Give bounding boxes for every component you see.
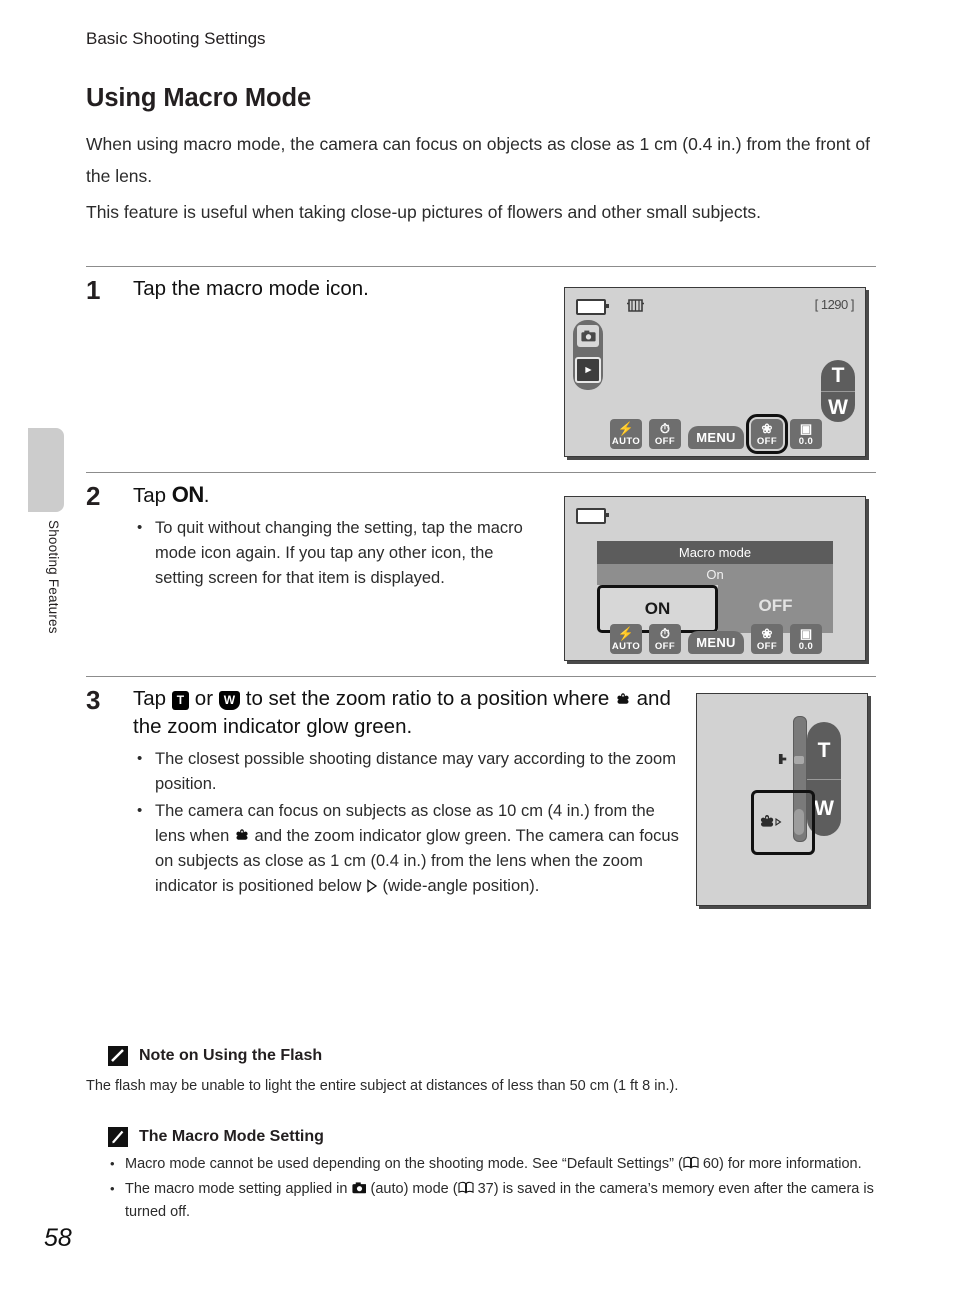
- list-item: The camera can focus on subjects as clos…: [133, 798, 686, 899]
- macro-flower-icon: ❀: [761, 625, 773, 641]
- step-2-title-suffix: .: [203, 484, 210, 507]
- divider-3: [86, 676, 876, 677]
- step-1-title: Tap the macro mode icon.: [133, 277, 369, 300]
- macro-flower-icon: [234, 826, 250, 841]
- manual-page: Shooting Features Basic Shooting Setting…: [0, 0, 954, 1314]
- divider-1: [86, 266, 876, 267]
- dialog-current-value: On: [597, 564, 833, 585]
- exposure-icon: ▣: [799, 625, 813, 641]
- camera-screen-zoom-indicator: T W: [696, 693, 868, 906]
- battery-icon: [576, 508, 609, 524]
- exposure-icon: ▣: [799, 420, 813, 436]
- auto-mode-camera-icon: [351, 1179, 367, 1194]
- dialog-title: Macro mode: [597, 541, 833, 564]
- step-2: 2 Tap ON. To quit without changing the s…: [86, 481, 536, 593]
- menu-button[interactable]: MENU: [688, 426, 744, 449]
- battery-icon: [576, 299, 609, 315]
- note-flash: Note on Using the Flash The flash may be…: [86, 1046, 876, 1097]
- zoom-tele-button[interactable]: T: [821, 360, 855, 392]
- book-reference-icon: [458, 1179, 474, 1194]
- shooting-mode-button[interactable]: [577, 325, 599, 347]
- book-reference-icon: [683, 1154, 699, 1169]
- wide-angle-triangle-icon: [366, 876, 378, 893]
- caution-icon: [108, 1046, 128, 1066]
- step-3-number: 3: [86, 685, 101, 715]
- bullet-page-ref: 60: [698, 1156, 719, 1172]
- playback-mode-button[interactable]: [575, 357, 601, 383]
- intro-paragraph-1: When using macro mode, the camera can fo…: [86, 134, 870, 186]
- step-2-number: 2: [86, 481, 101, 511]
- page-number: 58: [44, 1224, 72, 1252]
- timer-icon: ⏱: [659, 420, 671, 436]
- section-tab-label: Shooting Features: [46, 520, 61, 634]
- self-timer-button[interactable]: ⏱ OFF: [649, 419, 681, 449]
- note-bullets: Macro mode cannot be used depending on t…: [108, 1152, 876, 1224]
- intro-text: When using macro mode, the camera can fo…: [86, 128, 876, 232]
- note-header: The Macro Mode Setting: [108, 1127, 876, 1147]
- note-title: The Macro Mode Setting: [139, 1128, 324, 1145]
- bullet-seg-1: Macro mode cannot be used depending on t…: [125, 1156, 683, 1172]
- vibration-reduction-icon: [626, 297, 645, 314]
- step-1-number: 1: [86, 275, 101, 305]
- exposure-compensation-button[interactable]: ▣ 0.0: [790, 624, 822, 654]
- pencil-note-icon: [108, 1127, 128, 1147]
- page-title: Using Macro Mode: [86, 84, 312, 112]
- wide-key-icon: W: [218, 691, 241, 710]
- macro-mode-button[interactable]: ❀ OFF: [746, 414, 788, 454]
- list-item: The closest possible shooting distance m…: [133, 746, 686, 797]
- note-macro-setting: The Macro Mode Setting Macro mode cannot…: [108, 1127, 876, 1226]
- step-2-title: Tap ON.: [133, 481, 536, 510]
- step-3-bullets: The closest possible shooting distance m…: [133, 746, 686, 899]
- intro-paragraph-2: This feature is useful when taking close…: [86, 202, 762, 222]
- dialog-toolbar: ⚡ AUTO ⏱ OFF MENU ❀ OFF ▣ 0.0: [610, 624, 822, 654]
- liveview-toolbar: ⚡ AUTO ⏱ OFF MENU ❀ OFF ▣ 0.0: [610, 414, 822, 454]
- flash-mode-button[interactable]: ⚡ AUTO: [610, 419, 642, 449]
- step-3-title-part3: to set the zoom ratio to a position wher…: [240, 687, 615, 710]
- bullet-seg-2: (auto) mode (: [366, 1181, 458, 1197]
- tele-key-icon: T: [171, 691, 190, 710]
- list-item: Macro mode cannot be used depending on t…: [108, 1152, 876, 1176]
- running-head: Basic Shooting Settings: [86, 29, 266, 48]
- flash-icon: ⚡: [617, 420, 635, 436]
- bullet-seg-3: (wide-angle position).: [377, 877, 540, 895]
- macro-mode-button[interactable]: ❀ OFF: [751, 624, 783, 654]
- timer-icon: ⏱: [659, 625, 671, 641]
- step-1: 1 Tap the macro mode icon.: [86, 275, 536, 305]
- section-tab: [28, 428, 64, 512]
- zoom-tele-button[interactable]: T: [807, 722, 841, 780]
- macro-flower-icon: ❀: [761, 420, 773, 436]
- self-timer-button[interactable]: ⏱ OFF: [649, 624, 681, 654]
- mode-switch-column[interactable]: [573, 320, 603, 390]
- zoom-control[interactable]: T W: [821, 360, 855, 422]
- macro-flower-icon: [615, 687, 631, 704]
- wide-angle-marker-icon: [778, 752, 789, 770]
- step-2-title-prefix: Tap: [133, 484, 172, 507]
- step-3-title-part2: or: [189, 687, 219, 710]
- macro-mode-dialog: Macro mode On ON OFF: [597, 541, 833, 633]
- list-item: To quit without changing the setting, ta…: [133, 515, 536, 591]
- step-3-title: Tap T or W to set the zoom ratio to a po…: [133, 685, 686, 741]
- step-3: 3 Tap T or W to set the zoom ratio to a …: [86, 685, 686, 901]
- menu-button[interactable]: MENU: [688, 631, 744, 654]
- bullet-seg-2: ) for more information.: [718, 1156, 862, 1172]
- bullet-seg-1: The macro mode setting applied in: [125, 1181, 352, 1197]
- zoom-indicator-tick: [794, 756, 804, 764]
- note-header: Note on Using the Flash: [108, 1046, 876, 1066]
- shots-remaining: [ 1290 ]: [814, 297, 855, 312]
- camera-screen-macro-dialog: Macro mode On ON OFF ⚡ AUTO ⏱ OFF MENU ❀…: [564, 496, 866, 661]
- zoom-wide-button[interactable]: W: [821, 392, 855, 422]
- flash-mode-button[interactable]: ⚡ AUTO: [610, 624, 642, 654]
- camera-screen-liveview: [ 1290 ] T W ⚡ AUTO ⏱ OFF MENU ❀ OFF ▣ 0…: [564, 287, 866, 457]
- divider-2: [86, 472, 876, 473]
- step-3-title-part1: Tap: [133, 687, 172, 710]
- exposure-compensation-button[interactable]: ▣ 0.0: [790, 419, 822, 449]
- note-body: The flash may be unable to light the ent…: [86, 1078, 679, 1094]
- bullet-page-ref: 37: [473, 1181, 494, 1197]
- step-2-bullets: To quit without changing the setting, ta…: [133, 515, 536, 591]
- macro-flower-icon: [760, 813, 782, 834]
- list-item: The macro mode setting applied in (auto)…: [108, 1177, 876, 1224]
- note-title: Note on Using the Flash: [139, 1047, 323, 1064]
- on-glyph: ON: [171, 482, 205, 507]
- flash-icon: ⚡: [617, 625, 635, 641]
